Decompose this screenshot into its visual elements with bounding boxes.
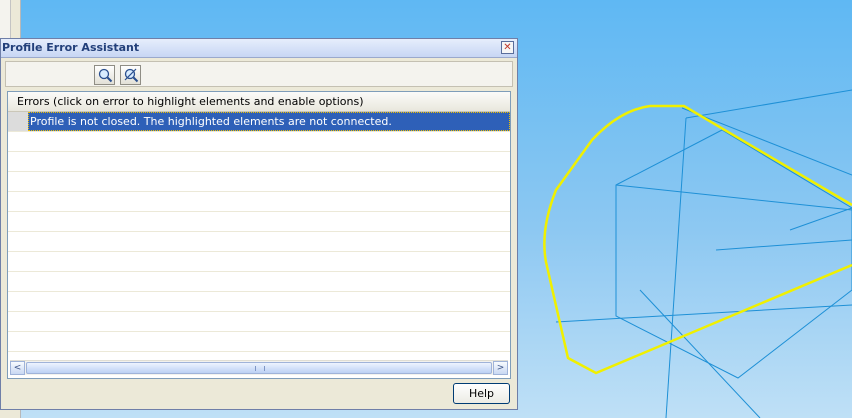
dialog-title: Profile Error Assistant	[2, 41, 140, 54]
empty-row	[8, 132, 510, 152]
empty-row	[8, 252, 510, 272]
construction-line	[681, 107, 852, 176]
scroll-right-button[interactable]: >	[493, 361, 508, 375]
errors-column-header[interactable]: Errors (click on error to highlight elem…	[8, 92, 510, 112]
horizontal-scrollbar[interactable]: < >	[10, 360, 508, 375]
close-icon: ✕	[503, 42, 512, 53]
zoom-clear-button[interactable]	[120, 65, 141, 85]
left-panel-header	[0, 0, 11, 41]
empty-row	[8, 172, 510, 192]
error-message: Profile is not closed. The highlighted e…	[30, 115, 392, 128]
zoom-to-error-button[interactable]	[94, 65, 115, 85]
errors-list[interactable]: Errors (click on error to highlight elem…	[7, 91, 511, 379]
profile-error-assistant-dialog: Profile Error Assistant ✕ Errors (click …	[0, 38, 518, 410]
close-button[interactable]: ✕	[501, 41, 514, 54]
construction-line	[789, 207, 852, 231]
empty-row	[8, 212, 510, 232]
chevron-right-icon: >	[496, 363, 505, 373]
empty-row	[8, 312, 510, 332]
chevron-left-icon: <	[13, 363, 22, 373]
construction-line	[685, 89, 852, 119]
dialog-titlebar[interactable]: Profile Error Assistant ✕	[1, 39, 517, 58]
construction-line	[615, 184, 852, 211]
error-row[interactable]: Profile is not closed. The highlighted e…	[8, 112, 510, 132]
empty-row	[8, 152, 510, 172]
empty-row	[8, 232, 510, 252]
empty-row	[8, 272, 510, 292]
construction-plane	[615, 129, 852, 379]
grip-icon	[255, 366, 265, 371]
empty-row	[8, 192, 510, 212]
magnifier-cross-icon	[124, 68, 139, 83]
empty-row	[8, 292, 510, 312]
row-gutter	[8, 112, 28, 131]
open-profile-highlight	[543, 104, 852, 375]
empty-row	[8, 332, 510, 352]
scrollbar-thumb[interactable]	[26, 362, 492, 374]
construction-line	[639, 289, 761, 418]
magnifier-icon	[98, 68, 113, 83]
construction-line	[715, 239, 852, 251]
errors-header-label: Errors (click on error to highlight elem…	[17, 95, 364, 108]
help-button[interactable]: Help	[453, 383, 510, 404]
construction-line	[665, 117, 687, 418]
construction-line	[555, 304, 852, 323]
errors-rows: Profile is not closed. The highlighted e…	[8, 112, 510, 362]
dialog-toolbar	[5, 61, 513, 87]
scroll-left-button[interactable]: <	[10, 361, 25, 375]
